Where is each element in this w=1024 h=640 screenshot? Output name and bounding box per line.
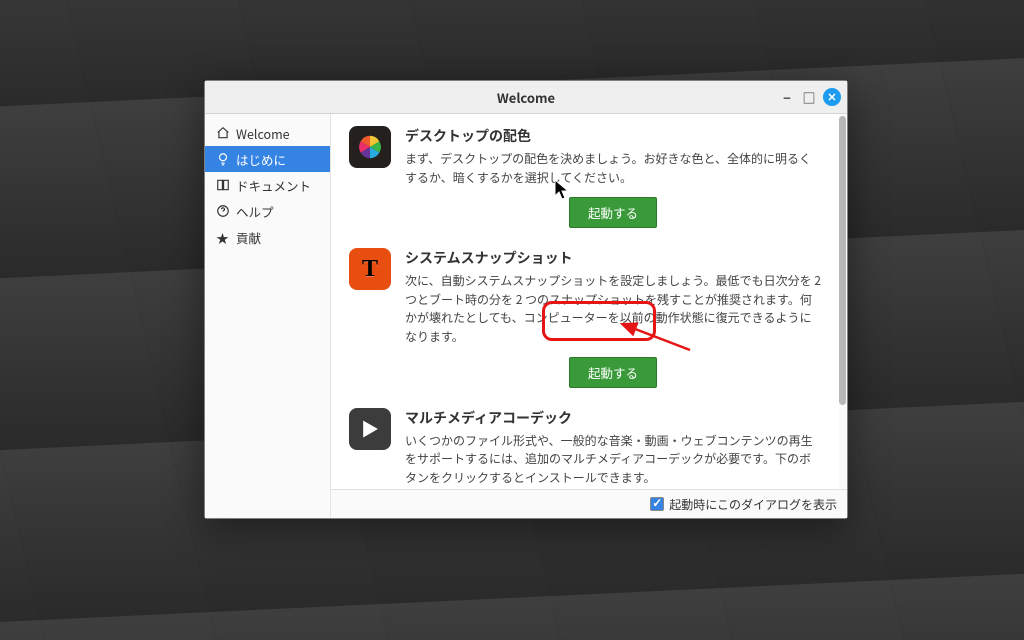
sidebar-item-label: はじめに	[236, 150, 286, 169]
close-button[interactable]: ✕	[823, 88, 841, 106]
play-icon: ▶	[349, 408, 391, 450]
show-on-startup-text: 起動時にこのダイアログを表示	[669, 496, 837, 513]
show-on-startup-checkbox[interactable]	[650, 497, 664, 511]
help-icon	[215, 204, 230, 218]
section-title: マルチメディアコーデック	[405, 408, 821, 428]
book-icon	[215, 178, 230, 192]
section-desc: いくつかのファイル形式や、一般的な音楽・動画・ウェブコンテンツの再生をサポートす…	[405, 432, 821, 488]
minimize-button[interactable]: −	[779, 89, 795, 105]
scrollbar-thumb[interactable]	[839, 116, 846, 405]
sidebar-item-welcome[interactable]: Welcome	[205, 120, 330, 146]
window-title: Welcome	[497, 88, 555, 107]
titlebar[interactable]: Welcome − □ ✕	[205, 81, 847, 114]
close-icon: ✕	[827, 89, 836, 105]
timeshift-icon: T	[349, 248, 391, 290]
sidebar-item-help[interactable]: ヘルプ	[205, 198, 330, 224]
section-codecs: ▶ マルチメディアコーデック いくつかのファイル形式や、一般的な音楽・動画・ウェ…	[349, 408, 821, 489]
launch-snapshot-button[interactable]: 起動する	[569, 357, 657, 388]
section-desc: 次に、自動システムスナップショットを設定しましょう。最低でも日次分を 2 つとブ…	[405, 272, 821, 346]
welcome-window: Welcome − □ ✕ Welcome	[204, 80, 848, 519]
sidebar-item-label: Welcome	[236, 124, 290, 143]
maximize-button[interactable]: □	[801, 89, 817, 105]
sidebar-item-label: ドキュメント	[236, 176, 311, 195]
content-scroll: デスクトップの配色 まず、デスクトップの配色を決めましょう。お好きな色と、全体的…	[331, 114, 839, 489]
section-desc: まず、デスクトップの配色を決めましょう。お好きな色と、全体的に明るくするか、暗く…	[405, 150, 821, 187]
sidebar-item-contribute[interactable]: ★ 貢献	[205, 224, 330, 250]
footer: 起動時にこのダイアログを表示	[331, 489, 847, 518]
desktop-background: Welcome − □ ✕ Welcome	[0, 0, 1024, 640]
sidebar: Welcome はじめに ドキュメント	[205, 114, 331, 518]
section-title: デスクトップの配色	[405, 126, 821, 146]
sidebar-item-label: 貢献	[236, 228, 261, 247]
bulb-icon	[215, 152, 230, 166]
vertical-scrollbar[interactable]	[839, 116, 846, 487]
sidebar-item-first-steps[interactable]: はじめに	[205, 146, 330, 172]
section-snapshot: T システムスナップショット 次に、自動システムスナップショットを設定しましょう…	[349, 248, 821, 387]
home-icon	[215, 126, 230, 140]
show-on-startup-label[interactable]: 起動時にこのダイアログを表示	[646, 494, 837, 514]
desktop-colours-icon	[349, 126, 391, 168]
content-area: デスクトップの配色 まず、デスクトップの配色を決めましょう。お好きな色と、全体的…	[331, 114, 847, 518]
sidebar-item-label: ヘルプ	[236, 202, 274, 221]
star-icon: ★	[215, 228, 230, 247]
section-desktop-colours: デスクトップの配色 まず、デスクトップの配色を決めましょう。お好きな色と、全体的…	[349, 126, 821, 228]
launch-desktop-colours-button[interactable]: 起動する	[569, 197, 657, 228]
sidebar-item-documents[interactable]: ドキュメント	[205, 172, 330, 198]
section-title: システムスナップショット	[405, 248, 821, 268]
